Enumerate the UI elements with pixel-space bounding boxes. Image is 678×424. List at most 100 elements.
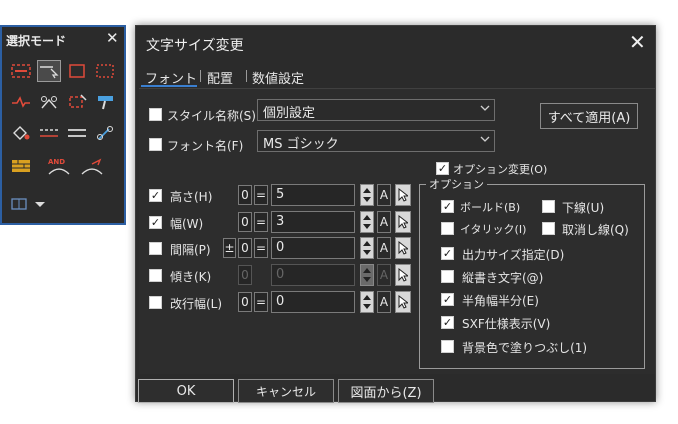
tab-active-underline [141, 85, 197, 87]
dashed-line-icon[interactable] [37, 122, 61, 144]
tab-layout[interactable]: 配置 [207, 68, 233, 87]
spacing-checkbox[interactable] [149, 242, 162, 255]
spacing-a-button[interactable]: A [377, 237, 391, 259]
paint-select-icon[interactable] [93, 91, 117, 113]
style-name-value: 個別設定 [263, 106, 316, 121]
height-a-button[interactable]: A [377, 184, 391, 206]
bold-label: ボールド(B) [460, 201, 521, 214]
background-fill-checkbox[interactable] [441, 340, 454, 353]
and-select-icon[interactable]: AND [44, 155, 74, 177]
spacing-eq[interactable]: = [254, 238, 268, 258]
select-mode-palette: 選択モード ✕ AND [0, 25, 126, 225]
bold-checkbox[interactable]: ✓ [441, 200, 454, 213]
line-feed-input[interactable]: 0 [271, 291, 355, 313]
dialog-close-icon[interactable]: ✕ [629, 30, 646, 54]
spacing-spinner[interactable] [360, 237, 374, 259]
font-name-checkbox[interactable] [149, 138, 162, 151]
spacing-prefix[interactable]: 0 [238, 238, 252, 258]
slant-checkbox[interactable] [149, 269, 162, 282]
sxf-display-checkbox[interactable]: ✓ [441, 316, 454, 329]
from-drawing-button[interactable]: 図面から(Z) [338, 379, 434, 403]
options-group: オプション ✓ ボールド(B) 下線(U) イタリック(I) 取消し線(Q) ✓… [419, 176, 645, 369]
double-line-icon[interactable] [65, 122, 89, 144]
strikethrough-checkbox[interactable] [542, 222, 555, 235]
line-feed-label: 改行幅(L) [170, 297, 223, 311]
style-name-label: スタイル名称(S) [167, 109, 256, 123]
slant-label: 傾き(K) [170, 270, 212, 284]
font-name-label: フォント名(F) [167, 139, 244, 153]
apply-all-button[interactable]: すべて適用(A) [540, 103, 638, 129]
option-change-label: オプション変更(O) [453, 163, 548, 176]
line-feed-pick-button[interactable] [395, 291, 411, 313]
rect-select-icon[interactable] [65, 60, 89, 82]
layer-dropdown-icon[interactable] [9, 193, 49, 215]
style-name-select[interactable]: 個別設定 [257, 99, 495, 121]
italic-checkbox[interactable] [441, 222, 454, 235]
cancel-button[interactable]: キャンセル [238, 379, 334, 403]
cursor-icon [398, 188, 408, 202]
fill-select-icon[interactable] [9, 122, 33, 144]
option-change-checkbox[interactable]: ✓ [436, 162, 449, 175]
height-eq[interactable]: = [254, 185, 268, 205]
tab-separator [200, 70, 201, 82]
font-name-select[interactable]: MS ゴシック [257, 130, 495, 152]
tab-numeric-settings[interactable]: 数値設定 [252, 68, 304, 87]
palette-close-icon[interactable]: ✕ [106, 29, 119, 47]
output-size-checkbox[interactable]: ✓ [441, 247, 454, 260]
spacing-plusminus[interactable]: ± [223, 238, 236, 258]
height-input[interactable]: 5 [271, 184, 355, 206]
line-feed-checkbox[interactable] [149, 296, 162, 309]
font-tab-panel: スタイル名称(S) 個別設定 すべて適用(A) フォント名(F) MS ゴシック… [139, 88, 655, 374]
node-select-icon[interactable] [37, 91, 61, 113]
dotted-rect-select-icon[interactable] [93, 60, 117, 82]
brick-pattern-icon[interactable] [9, 155, 33, 177]
width-checkbox[interactable]: ✓ [149, 216, 162, 229]
redo-select-icon[interactable] [78, 155, 106, 177]
width-input[interactable]: 3 [271, 211, 355, 233]
vertical-text-checkbox[interactable] [441, 270, 454, 283]
line-select-icon[interactable] [9, 91, 33, 113]
hook-select-icon[interactable] [93, 122, 117, 144]
slant-pick-button[interactable] [395, 264, 411, 286]
line-feed-a-button[interactable]: A [377, 291, 391, 313]
height-label: 高さ(H) [170, 190, 213, 204]
height-checkbox[interactable]: ✓ [149, 189, 162, 202]
half-width-label: 半角幅半分(E) [462, 294, 539, 308]
spacing-pick-button[interactable] [395, 237, 411, 259]
slant-a-button: A [377, 264, 391, 286]
height-pick-button[interactable] [395, 184, 411, 206]
cursor-icon [398, 215, 408, 229]
width-spinner[interactable] [360, 211, 374, 233]
half-width-checkbox[interactable]: ✓ [441, 293, 454, 306]
width-pick-button[interactable] [395, 211, 411, 233]
width-a-button[interactable]: A [377, 211, 391, 233]
options-group-title: オプション [426, 176, 487, 192]
line-feed-prefix[interactable]: 0 [238, 292, 252, 312]
vertical-text-label: 縦書き文字(@) [462, 271, 544, 285]
text-size-dialog: 文字サイズ変更 ✕ フォント 配置 数値設定 スタイル名称(S) 個別設定 すべ… [135, 25, 656, 403]
underline-label: 下線(U) [562, 201, 605, 215]
strikethrough-label: 取消し線(Q) [562, 223, 629, 237]
dialog-title: 文字サイズ変更 [146, 38, 244, 54]
spacing-input[interactable]: 0 [271, 237, 355, 259]
output-size-label: 出力サイズ指定(D) [462, 248, 565, 262]
height-prefix[interactable]: 0 [238, 185, 252, 205]
style-name-checkbox[interactable] [149, 108, 162, 121]
pick-select-icon[interactable] [37, 60, 61, 82]
crop-select-icon[interactable] [65, 91, 89, 113]
height-spinner[interactable] [360, 184, 374, 206]
cursor-icon [398, 241, 408, 255]
line-feed-spinner[interactable] [360, 291, 374, 313]
slant-prefix: 0 [238, 265, 252, 285]
spacing-label: 間隔(P) [170, 243, 211, 257]
font-name-value: MS ゴシック [263, 137, 339, 152]
width-eq[interactable]: = [254, 212, 268, 232]
tab-separator [246, 70, 247, 82]
line-feed-eq[interactable]: = [254, 292, 268, 312]
ok-button[interactable]: OK [138, 379, 234, 403]
palette-title: 選択モード [6, 34, 67, 48]
underline-checkbox[interactable] [542, 200, 555, 213]
group-select-icon[interactable] [9, 60, 33, 82]
cursor-icon [398, 295, 408, 309]
width-prefix[interactable]: 0 [238, 212, 252, 232]
